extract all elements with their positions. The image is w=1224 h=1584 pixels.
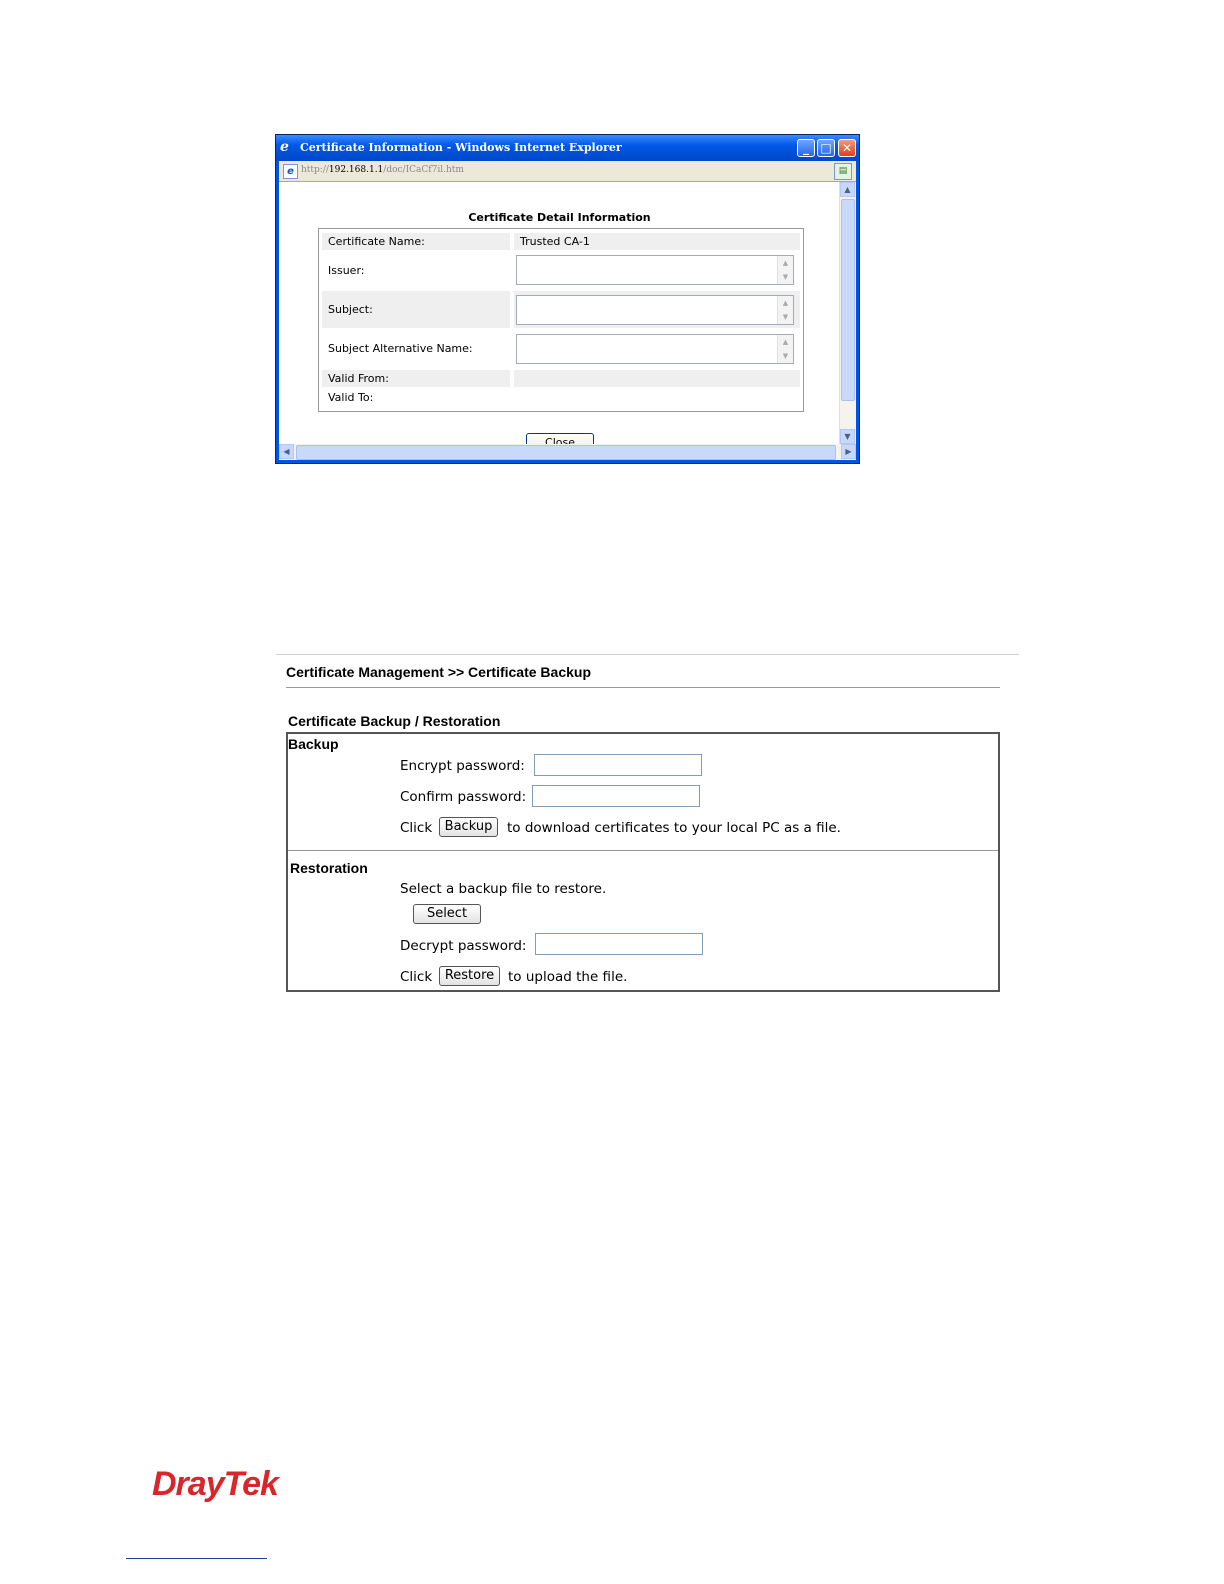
vertical-scroll-thumb[interactable] — [841, 199, 855, 401]
confirm-password-input[interactable] — [532, 785, 700, 807]
subject-alt-label: Subject Alternative Name: — [328, 342, 473, 355]
breadcrumb: Certificate Management >> Certificate Ba… — [286, 664, 591, 680]
issuer-textarea[interactable]: ▲ ▼ — [516, 255, 794, 285]
ie-popup-window: e Certificate Information - Windows Inte… — [275, 134, 860, 464]
popup-content: Certificate Detail Information Certifica… — [279, 182, 840, 444]
restore-button[interactable]: Restore — [439, 966, 500, 986]
close-button[interactable]: Close — [526, 433, 594, 444]
horizontal-scrollbar[interactable]: ◀ ▶ — [279, 444, 856, 460]
page-icon: e — [283, 164, 298, 179]
select-file-text: Select a backup file to restore. — [400, 881, 607, 897]
issuer-scrollbar[interactable]: ▲ ▼ — [777, 256, 793, 284]
horizontal-scroll-thumb[interactable] — [296, 445, 836, 460]
close-icon[interactable]: ✕ — [838, 139, 856, 157]
confirm-password-label: Confirm password: — [400, 789, 527, 805]
minimize-icon[interactable]: _ — [797, 139, 815, 157]
address-bar[interactable]: e http://192.168.1.1/doc/ICaCf7il.htm ▤ — [279, 161, 856, 182]
row-valid-from: Valid From: — [322, 370, 800, 387]
valid-to-label: Valid To: — [328, 391, 374, 404]
backup-group-label: Backup — [288, 736, 339, 752]
subject-label: Subject: — [322, 291, 510, 328]
subject-textarea[interactable]: ▲ ▼ — [516, 295, 794, 325]
issuer-label: Issuer: — [328, 264, 365, 277]
address-url[interactable]: http://192.168.1.1/doc/ICaCf7il.htm — [301, 165, 464, 175]
cert-name-label: Certificate Name: — [322, 233, 510, 250]
subject-scrollbar[interactable]: ▲ ▼ — [777, 296, 793, 324]
scroll-up-icon[interactable]: ▲ — [840, 182, 855, 197]
backup-instructions: to download certificates to your local P… — [507, 820, 841, 836]
cert-detail-heading: Certificate Detail Information — [468, 211, 651, 224]
encrypt-password-input[interactable] — [534, 754, 702, 776]
decrypt-password-label: Decrypt password: — [400, 938, 527, 954]
draytek-logo: DrayTek — [152, 1465, 279, 1503]
valid-from-label: Valid From: — [322, 370, 510, 387]
cert-detail-table: Certificate Name: Trusted CA-1 Issuer: ▲… — [318, 228, 804, 412]
window-titlebar[interactable]: e Certificate Information - Windows Inte… — [276, 135, 859, 161]
top-divider — [276, 654, 1019, 655]
subject-alt-textarea[interactable]: ▲ ▼ — [516, 334, 794, 364]
panel-divider — [288, 850, 998, 851]
subject-alt-scrollbar[interactable]: ▲ ▼ — [777, 335, 793, 363]
row-cert-name: Certificate Name: Trusted CA-1 — [322, 233, 800, 250]
restore-instructions: to upload the file. — [508, 969, 628, 985]
section-title: Certificate Backup / Restoration — [288, 713, 501, 729]
compat-view-icon[interactable]: ▤ — [834, 163, 852, 180]
backup-restoration-panel: Backup Encrypt password: Confirm passwor… — [286, 732, 1000, 992]
backup-button[interactable]: Backup — [439, 817, 498, 837]
footer-divider — [126, 1558, 267, 1559]
scroll-down-icon[interactable]: ▼ — [840, 429, 855, 444]
restore-click-label: Click — [400, 969, 433, 985]
scroll-right-icon[interactable]: ▶ — [841, 444, 856, 459]
row-valid-to: Valid To: — [322, 389, 800, 406]
backup-click-label: Click — [400, 820, 433, 836]
vertical-scrollbar[interactable]: ▲ ▼ — [839, 182, 856, 444]
cert-name-value: Trusted CA-1 — [514, 233, 800, 250]
maximize-icon[interactable]: □ — [817, 139, 835, 157]
encrypt-password-label: Encrypt password: — [400, 758, 525, 774]
decrypt-password-input[interactable] — [535, 933, 703, 955]
breadcrumb-divider — [286, 687, 1000, 688]
ie-logo-icon: e — [280, 139, 289, 155]
select-file-button[interactable]: Select — [413, 904, 481, 924]
scroll-left-icon[interactable]: ◀ — [279, 444, 294, 459]
window-title: Certificate Information - Windows Intern… — [300, 141, 622, 154]
restoration-group-label: Restoration — [290, 860, 368, 876]
